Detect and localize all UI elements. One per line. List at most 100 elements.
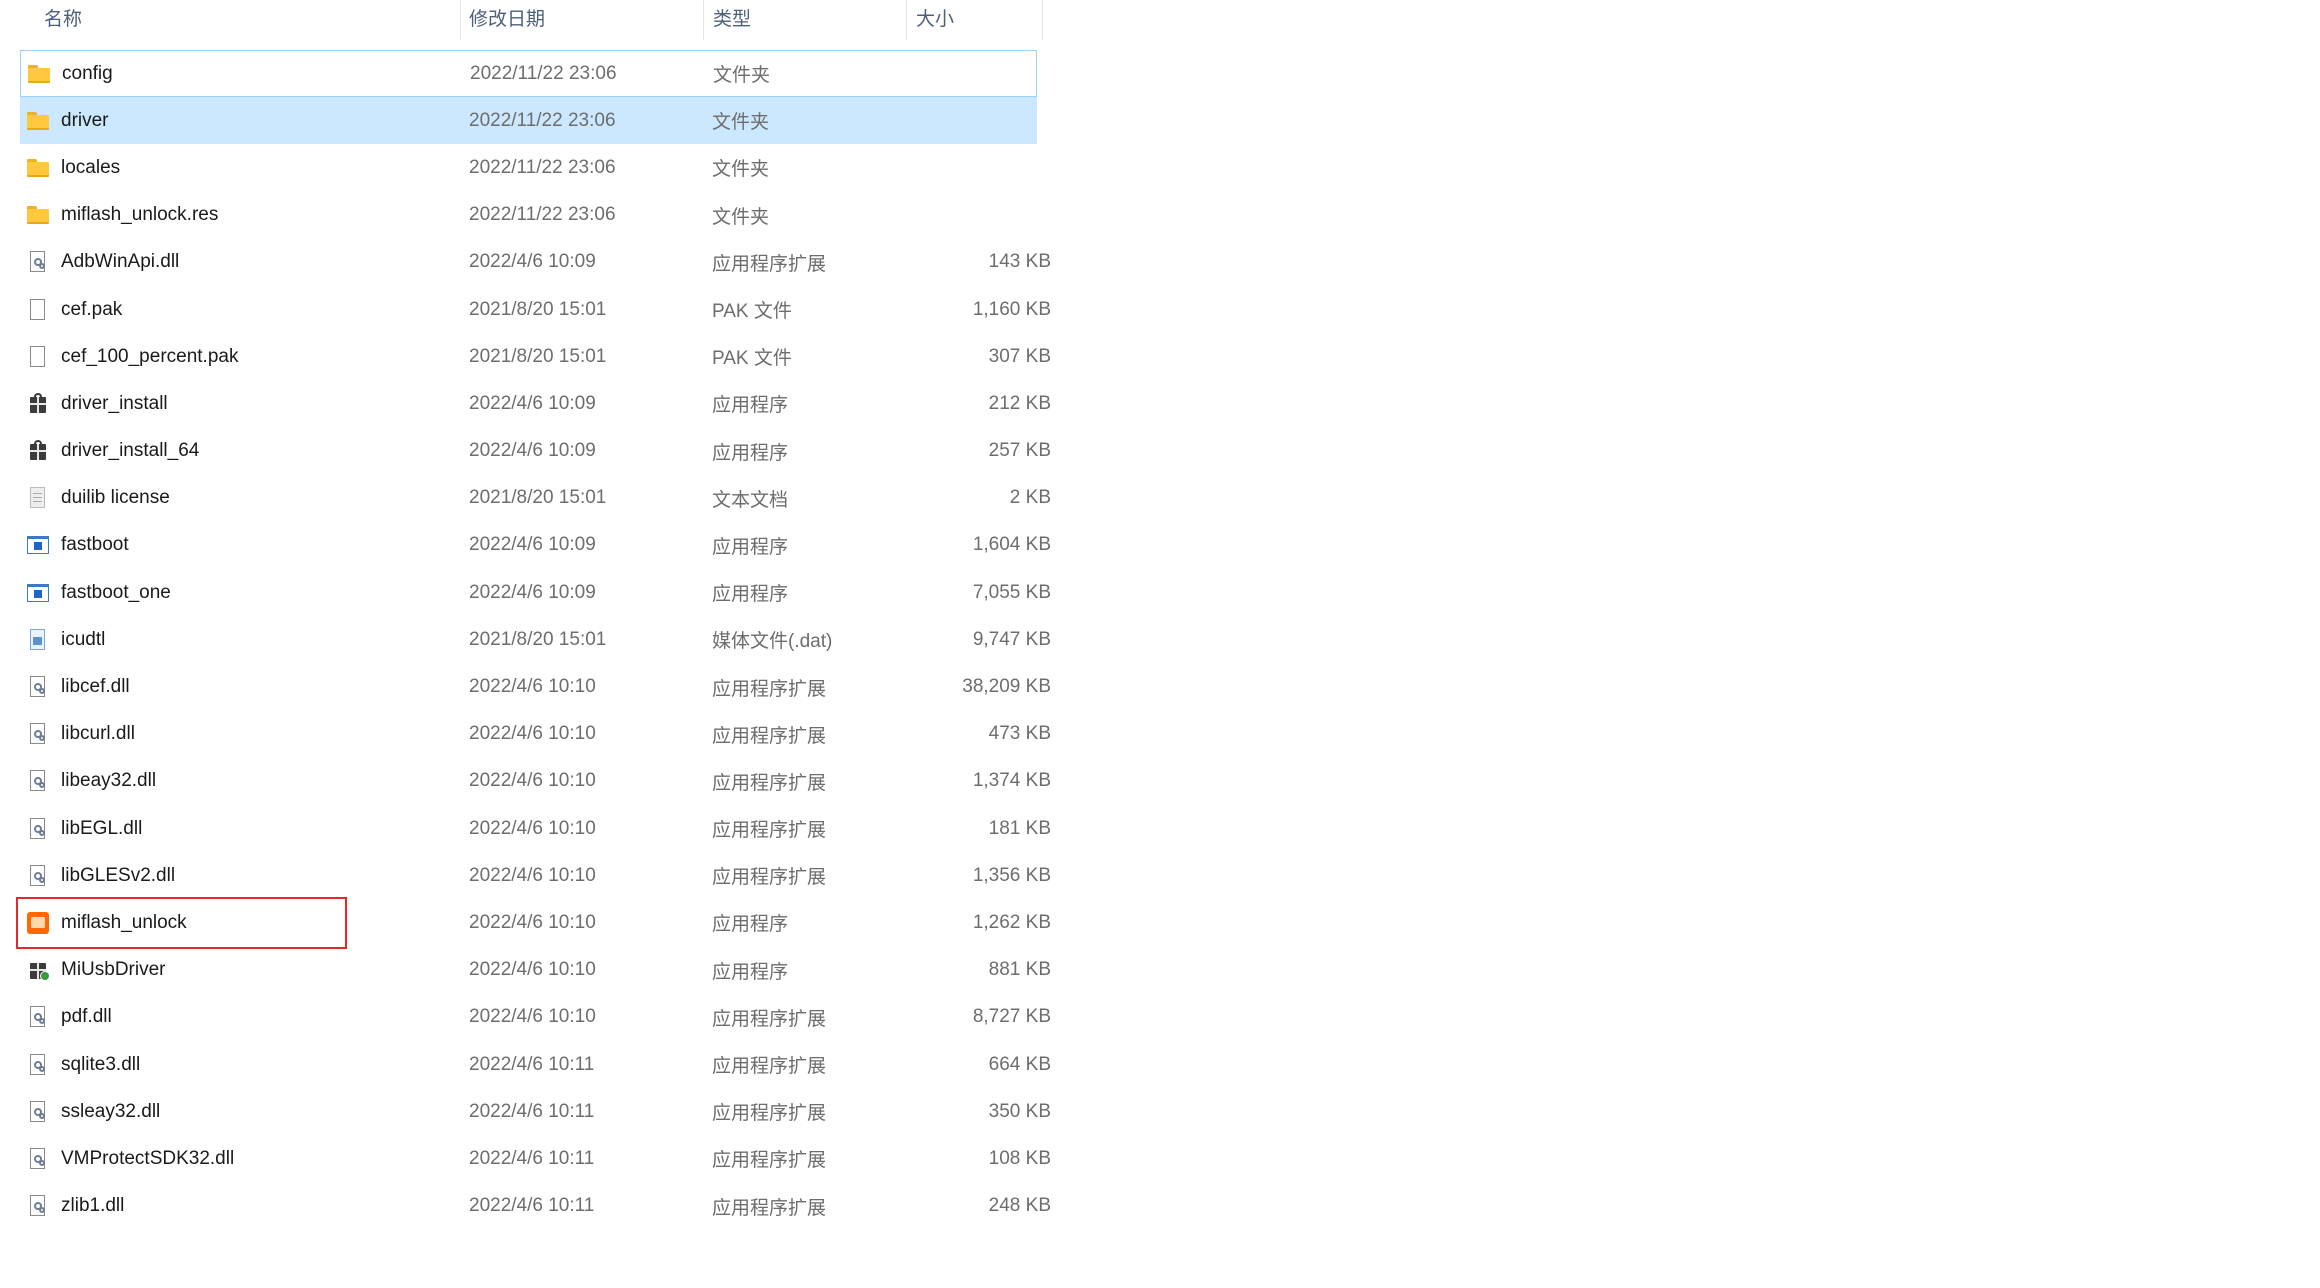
file-name: icudtl [61,628,106,650]
file-row[interactable]: driver 2022/11/22 23:06 文件夹 [20,97,1037,145]
file-date: 2022/4/6 10:09 [469,392,596,414]
file-row[interactable]: libeay32.dll 2022/4/6 10:10 应用程序扩展 1,374 KB [20,758,1051,805]
file-type: 应用程序扩展 [712,1056,827,1078]
file-row[interactable]: zlib1.dll 2022/4/6 10:11 应用程序扩展 248 KB [20,1183,1051,1230]
column-header-type[interactable]: 类型 [703,0,906,40]
column-header-date[interactable]: 修改日期 [460,0,703,40]
file-date: 2022/11/22 23:06 [469,156,616,178]
folder-icon [26,109,50,133]
file-date: 2021/8/20 15:01 [469,487,607,509]
file-list: config 2022/11/22 23:06 文件夹 driver 2022/11/2… [20,50,1051,1230]
file-name-cell: ssleay32.dll [20,1088,460,1135]
file-type: 应用程序扩展 [712,1008,827,1030]
file-name-cell: fastboot_one [20,569,460,616]
file-row[interactable]: pdf.dll 2022/4/6 10:10 应用程序扩展 8,727 KB [20,994,1051,1041]
file-name-cell: icudtl [20,616,460,663]
column-header-type-label: 类型 [713,9,752,30]
file-icon [26,345,50,369]
file-date: 2021/8/20 15:01 [469,298,607,320]
app-window-icon [26,581,50,605]
file-type: 应用程序扩展 [712,772,827,794]
file-size: 1,356 KB [972,864,1051,886]
file-size: 7,055 KB [972,581,1051,603]
file-size [906,192,1051,239]
column-header-name[interactable]: 名称 ^ [0,0,460,40]
file-type: 媒体文件(.dat) [712,631,833,653]
file-row[interactable]: duilib license 2021/8/20 15:01 文本文档 2 KB [20,475,1051,522]
file-name: driver [61,109,109,131]
file-type: 文件夹 [712,206,770,228]
file-date: 2022/4/6 10:11 [469,1195,595,1217]
file-row[interactable]: config 2022/11/22 23:06 文件夹 [20,50,1037,98]
file-icon [26,298,50,322]
file-row[interactable]: libcef.dll 2022/4/6 10:10 应用程序扩展 38,209 KB [20,663,1051,710]
file-type: 应用程序扩展 [712,678,827,700]
file-name-cell: driver_install_64 [20,428,460,475]
file-row[interactable]: locales 2022/11/22 23:06 文件夹 [20,144,1037,191]
file-row[interactable]: icudtl 2021/8/20 15:01 媒体文件(.dat) 9,747 KB [20,616,1051,663]
file-row[interactable]: MiUsbDriver 2022/4/6 10:10 应用程序 881 KB [20,947,1051,994]
usb-driver-icon [26,958,50,982]
file-size: 8,727 KB [972,1006,1051,1028]
file-row[interactable]: driver_install_64 2022/4/6 10:09 应用程序 257 K… [20,428,1051,475]
file-name-cell: libeay32.dll [20,758,460,805]
file-date: 2022/4/6 10:10 [469,911,596,933]
file-date: 2021/8/20 15:01 [469,345,607,367]
file-name: ssleay32.dll [61,1100,161,1122]
file-date: 2022/4/6 10:11 [469,1100,595,1122]
file-name: MiUsbDriver [61,959,166,981]
file-row[interactable]: cef_100_percent.pak 2021/8/20 15:01 PAK 文件… [20,333,1051,380]
file-size: 143 KB [988,251,1051,273]
file-type: 文件夹 [712,159,770,181]
file-size [907,51,1052,96]
file-name-cell: zlib1.dll [20,1183,460,1230]
file-date: 2022/4/6 10:10 [469,1006,596,1028]
file-row[interactable]: driver_install 2022/4/6 10:09 应用程序 212 KB [20,380,1051,427]
file-row[interactable]: ssleay32.dll 2022/4/6 10:11 应用程序扩展 350 KB [20,1088,1051,1135]
file-size: 350 KB [988,1100,1051,1122]
file-type: 应用程序扩展 [712,820,827,842]
file-name-cell: VMProtectSDK32.dll [20,1135,460,1182]
file-size: 307 KB [988,345,1051,367]
file-type: 应用程序 [712,961,789,983]
installer-icon [26,439,50,463]
file-name-cell: libcurl.dll [20,711,460,758]
file-name-cell: cef_100_percent.pak [20,333,460,380]
file-name-cell: miflash_unlock [20,899,460,946]
column-header-bar: 名称 ^ 修改日期 类型 大小 [0,0,1043,40]
file-date: 2022/4/6 10:10 [469,864,596,886]
file-name: sqlite3.dll [61,1053,141,1075]
file-row[interactable]: fastboot_one 2022/4/6 10:09 应用程序 7,055 KB [20,569,1051,616]
file-size: 9,747 KB [972,628,1051,650]
file-date: 2022/4/6 10:10 [469,676,596,698]
file-name: AdbWinApi.dll [61,251,180,273]
file-row[interactable]: sqlite3.dll 2022/4/6 10:11 应用程序扩展 664 KB [20,1041,1051,1088]
file-row[interactable]: libGLESv2.dll 2022/4/6 10:10 应用程序扩展 1,356 K… [20,852,1051,899]
file-row[interactable]: libEGL.dll 2022/4/6 10:10 应用程序扩展 181 KB [20,805,1051,852]
file-type: 应用程序 [712,395,789,417]
app-window-icon [26,533,50,557]
file-size: 1,374 KB [972,770,1051,792]
file-row[interactable]: miflash_unlock 2022/4/6 10:10 应用程序 1,262 KB [20,899,1051,946]
file-size: 108 KB [988,1147,1051,1169]
file-type: 应用程序扩展 [712,725,827,747]
file-type: 应用程序 [712,584,789,606]
file-size: 257 KB [988,440,1051,462]
column-header-size[interactable]: 大小 [906,0,1043,40]
file-type: 文件夹 [712,112,770,134]
file-row[interactable]: AdbWinApi.dll 2022/4/6 10:09 应用程序扩展 143 KB [20,239,1051,286]
file-name-cell: miflash_unlock.res [20,192,460,239]
folder-icon [26,203,50,227]
file-date: 2022/4/6 10:09 [469,440,596,462]
file-name: fastboot_one [61,581,171,603]
file-type: 应用程序扩展 [712,1197,827,1219]
sort-ascending-icon: ^ [238,0,246,8]
file-row[interactable]: cef.pak 2021/8/20 15:01 PAK 文件 1,160 KB [20,286,1051,333]
file-row[interactable]: miflash_unlock.res 2022/11/22 23:06 文件夹 [20,192,1037,239]
file-row[interactable]: fastboot 2022/4/6 10:09 应用程序 1,604 KB [20,522,1051,569]
file-name-cell: AdbWinApi.dll [20,239,460,286]
file-row[interactable]: libcurl.dll 2022/4/6 10:10 应用程序扩展 473 KB [20,711,1051,758]
file-type: 应用程序扩展 [712,867,827,889]
file-type: 应用程序扩展 [712,253,827,275]
file-row[interactable]: VMProtectSDK32.dll 2022/4/6 10:11 应用程序扩展 10… [20,1135,1051,1182]
